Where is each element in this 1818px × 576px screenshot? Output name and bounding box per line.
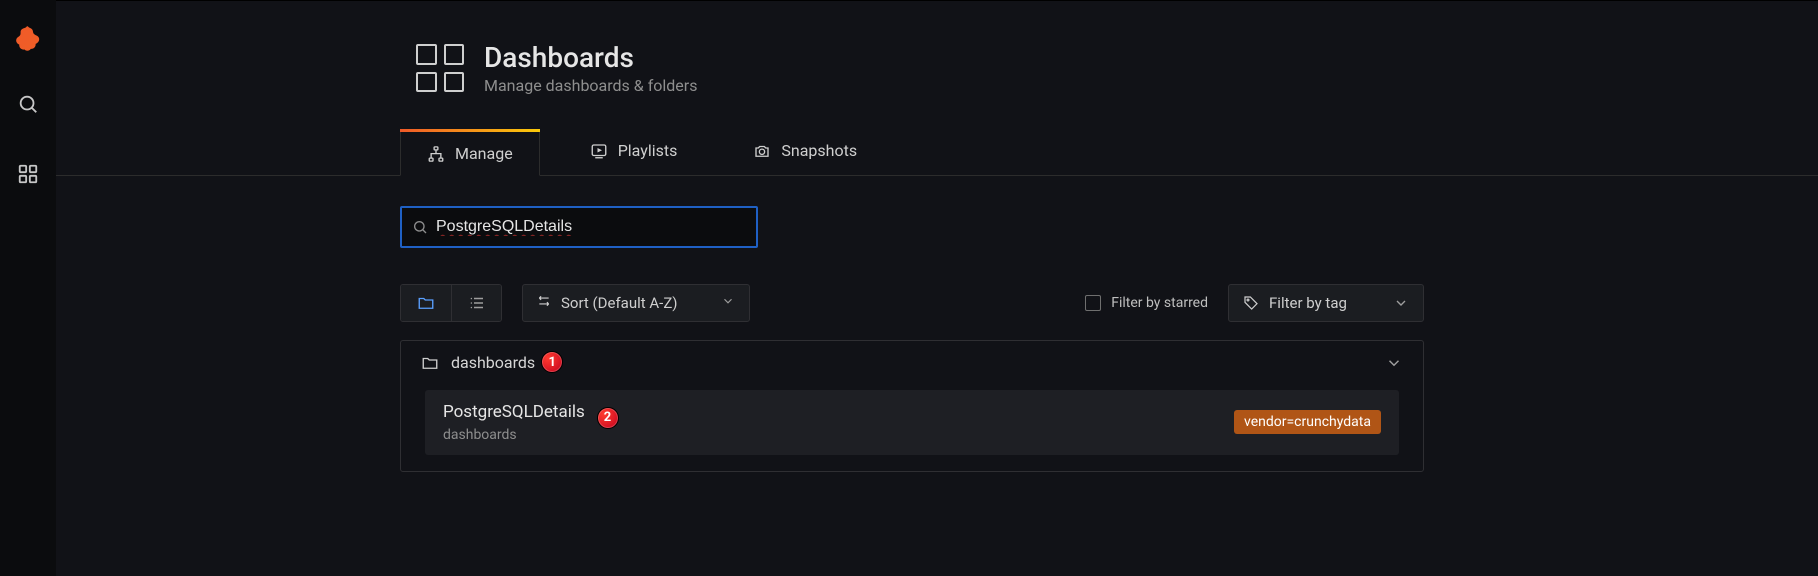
search-input[interactable] (436, 218, 746, 236)
folder-name: dashboards (451, 353, 535, 372)
nav-search[interactable] (8, 84, 48, 124)
tag-icon (1243, 295, 1259, 311)
tab-snapshots[interactable]: Snapshots (727, 129, 883, 175)
folder-icon (421, 354, 439, 372)
dashboard-title: PostgreSQLDetails (443, 402, 585, 422)
filter-tag-label: Filter by tag (1269, 294, 1347, 312)
tab-label: Snapshots (781, 141, 857, 160)
view-list-button[interactable] (451, 285, 501, 321)
main-area: Dashboards Manage dashboards & folders M… (56, 0, 1818, 576)
dashboard-tag: vendor=crunchydata (1234, 410, 1381, 434)
folder-row[interactable]: dashboards 1 (401, 341, 1423, 384)
sort-label: Sort (Default A-Z) (561, 294, 678, 312)
tab-playlists[interactable]: Playlists (564, 129, 704, 175)
page-title: Dashboards (484, 41, 697, 74)
tabs-row: Manage Playlists Snapshots (56, 129, 1818, 176)
sort-select[interactable]: Sort (Default A-Z) (522, 284, 750, 322)
tab-label: Playlists (618, 141, 678, 160)
page-titles: Dashboards Manage dashboards & folders (484, 41, 697, 95)
chevron-down-icon (721, 294, 735, 312)
view-toggle (400, 284, 502, 322)
results-panel: dashboards 1 PostgreSQLDetails 2 dashboa… (400, 340, 1424, 472)
toolbar: Sort (Default A-Z) Filter by starred Fil… (400, 284, 1424, 322)
dashboard-folder: dashboards (443, 427, 619, 443)
dashboard-item[interactable]: PostgreSQLDetails 2 dashboards vendor=cr… (425, 390, 1399, 455)
camera-icon (753, 142, 771, 160)
annotation-1: 1 (541, 351, 563, 373)
chevron-down-icon (1385, 354, 1403, 372)
grafana-logo[interactable] (13, 24, 43, 54)
playlist-icon (590, 142, 608, 160)
search-container[interactable] (400, 206, 758, 248)
folder-icon (417, 294, 435, 312)
sitemap-icon (427, 145, 445, 163)
filter-starred-label: Filter by starred (1111, 295, 1208, 311)
page-subtitle: Manage dashboards & folders (484, 76, 697, 95)
dashboards-grid-icon (416, 44, 464, 92)
view-folder-button[interactable] (401, 285, 451, 321)
chevron-down-icon (1393, 295, 1409, 311)
search-icon (412, 219, 428, 235)
filter-tag-select[interactable]: Filter by tag (1228, 284, 1424, 322)
page-header: Dashboards Manage dashboards & folders (56, 1, 1818, 107)
content: Sort (Default A-Z) Filter by starred Fil… (56, 176, 1818, 472)
checkbox[interactable] (1085, 295, 1101, 311)
nav-dashboards[interactable] (8, 154, 48, 194)
annotation-2: 2 (597, 407, 619, 429)
nav-rail (0, 0, 56, 576)
list-icon (468, 294, 486, 312)
tab-label: Manage (455, 144, 513, 163)
tab-manage[interactable]: Manage (400, 129, 540, 176)
sort-icon (537, 294, 551, 312)
filter-starred[interactable]: Filter by starred (1085, 295, 1208, 311)
